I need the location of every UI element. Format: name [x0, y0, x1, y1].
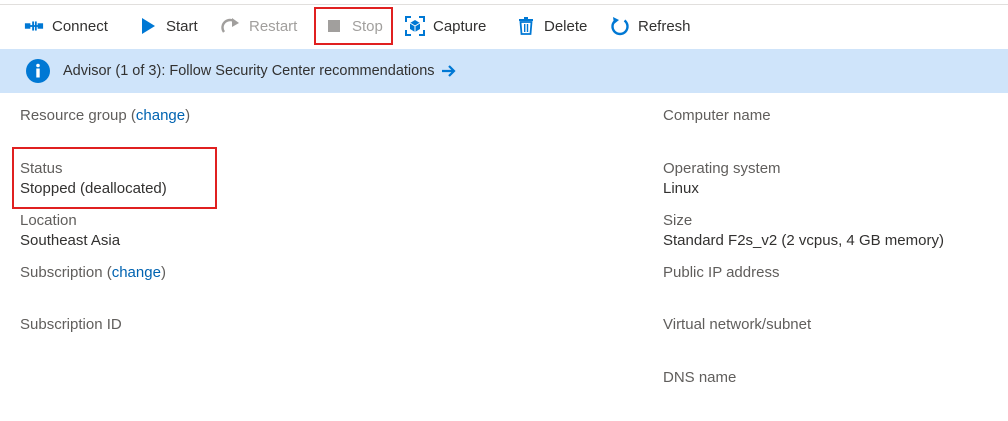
restart-icon [221, 16, 241, 36]
trash-icon [516, 16, 536, 36]
status-label: Status [20, 160, 63, 177]
vnet-field: Virtual network/subnet [663, 315, 811, 335]
public-ip-label: Public IP address [663, 264, 780, 281]
play-icon [138, 16, 158, 36]
subscription-change-link[interactable]: change [112, 264, 161, 281]
public-ip-field: Public IP address [663, 263, 779, 283]
info-icon [26, 59, 50, 83]
stop-button[interactable]: Stop [314, 7, 393, 45]
connect-icon [24, 16, 44, 36]
capture-button[interactable]: Capture [405, 10, 486, 42]
resource-group-change-link[interactable]: change [136, 107, 185, 124]
stop-label: Stop [352, 17, 383, 35]
location-label: Location [20, 212, 77, 229]
start-button[interactable]: Start [138, 10, 198, 42]
command-bar: Connect Start Restart Stop Capture Delet… [0, 6, 1008, 49]
subscription-field: Subscription (change) [20, 264, 166, 281]
capture-icon [405, 16, 425, 36]
connect-button[interactable]: Connect [24, 10, 108, 42]
subscription-id-label: Subscription ID [20, 316, 122, 333]
connect-label: Connect [52, 17, 108, 35]
subscription-label: Subscription [20, 264, 103, 281]
operating-system-field: Operating system Linux [663, 159, 781, 199]
operating-system-value: Linux [663, 180, 699, 197]
resource-group-field: Resource group (change) [20, 107, 191, 124]
size-value: Standard F2s_v2 (2 vcpus, 4 GB memory) [663, 232, 944, 249]
location-field: Location Southeast Asia [20, 211, 120, 251]
start-label: Start [166, 17, 198, 35]
subscription-id-field: Subscription ID [20, 315, 122, 335]
stop-icon [324, 16, 344, 36]
advisor-banner[interactable]: Advisor (1 of 3): Follow Security Center… [0, 49, 1008, 93]
size-label: Size [663, 212, 693, 229]
computer-name-label: Computer name [663, 107, 771, 124]
dns-label: DNS name [663, 369, 737, 386]
restart-button[interactable]: Restart [221, 10, 297, 42]
capture-label: Capture [433, 17, 487, 35]
delete-button[interactable]: Delete [516, 10, 587, 42]
dns-field: DNS name [663, 368, 736, 388]
vnet-label: Virtual network/subnet [663, 316, 812, 333]
computer-name-field: Computer name [663, 106, 771, 126]
refresh-button[interactable]: Refresh [610, 10, 691, 42]
location-value: Southeast Asia [20, 232, 121, 249]
restart-label: Restart [249, 17, 298, 35]
advisor-message: Advisor (1 of 3): Follow Security Center… [63, 63, 435, 79]
status-value: Stopped (deallocated) [20, 180, 167, 197]
status-field: Status Stopped (deallocated) [20, 159, 167, 199]
operating-system-label: Operating system [663, 160, 781, 177]
refresh-icon [610, 16, 630, 36]
resource-group-label: Resource group [20, 107, 127, 124]
delete-label: Delete [544, 17, 588, 35]
size-field: Size Standard F2s_v2 (2 vcpus, 4 GB memo… [663, 211, 944, 251]
top-divider [0, 4, 1008, 5]
arrow-right-icon [441, 65, 456, 77]
refresh-label: Refresh [638, 17, 691, 35]
